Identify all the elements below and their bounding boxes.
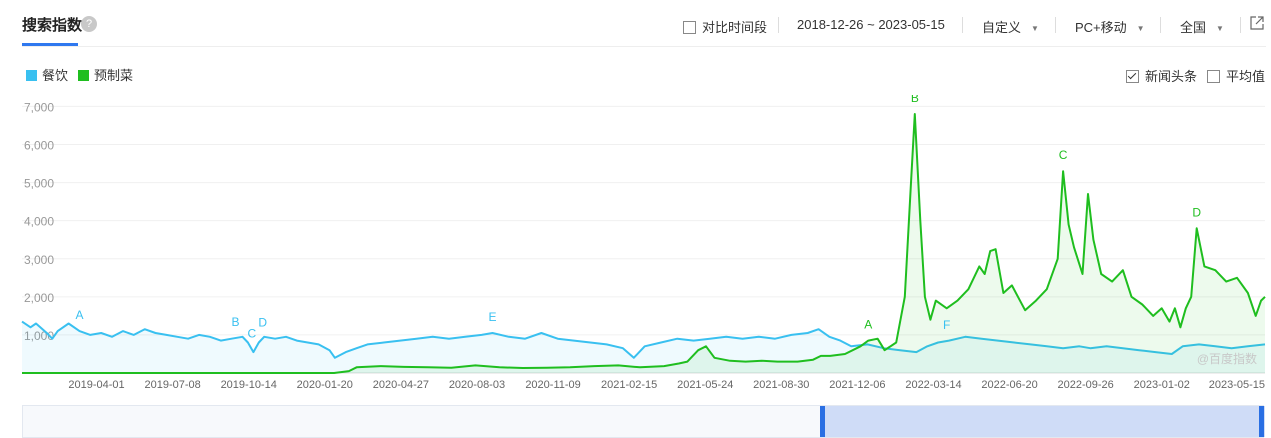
legend-swatch <box>26 70 37 81</box>
header-separator <box>1055 17 1056 33</box>
x-tick-label: 2023-05-15 <box>1209 379 1265 391</box>
header-separator <box>778 17 779 33</box>
series-area-2 <box>22 114 1265 373</box>
x-tick-label: 2020-08-03 <box>449 379 505 391</box>
news-marker-d[interactable]: D <box>258 315 267 329</box>
header-separator <box>962 17 963 33</box>
legend-label: 预制菜 <box>94 68 134 83</box>
caret-down-icon: ▼ <box>1031 24 1039 33</box>
y-tick-label: 5,000 <box>24 177 54 191</box>
navigator-left-handle[interactable] <box>820 406 825 437</box>
x-tick-label: 2020-01-20 <box>297 379 353 391</box>
news-headline-toggle[interactable]: 新闻头条 <box>1126 66 1197 85</box>
legend-label: 餐饮 <box>42 68 69 83</box>
date-range-picker[interactable]: 2018-12-26 ~ 2023-05-15 <box>797 17 945 32</box>
news-marker-c[interactable]: C <box>247 326 256 340</box>
y-tick-label: 6,000 <box>24 139 54 153</box>
x-tick-label: 2019-04-01 <box>68 379 124 391</box>
custom-range-dropdown[interactable]: 自定义 ▼ <box>982 17 1039 36</box>
compare-period-toggle[interactable]: 对比时间段 <box>683 17 767 36</box>
legend-series-1[interactable]: 餐饮 <box>26 65 68 84</box>
external-link-icon[interactable] <box>1250 16 1264 30</box>
x-tick-label: 2019-10-14 <box>221 379 277 391</box>
region-dropdown[interactable]: 全国 ▼ <box>1180 17 1224 36</box>
news-marker-a[interactable]: A <box>75 308 83 322</box>
x-tick-label: 2022-03-14 <box>905 379 961 391</box>
x-tick-label: 2021-08-30 <box>753 379 809 391</box>
caret-down-icon: ▼ <box>1136 24 1145 33</box>
x-tick-label: 2022-06-20 <box>981 379 1037 391</box>
x-tick-label: 2021-05-24 <box>677 379 733 391</box>
region-label: 全国 <box>1180 20 1207 35</box>
average-toggle[interactable]: 平均值 <box>1207 66 1265 85</box>
header-divider <box>22 46 1266 47</box>
timeline-navigator[interactable] <box>22 405 1265 438</box>
news-label: 新闻头条 <box>1145 69 1198 84</box>
x-tick-label: 2020-04-27 <box>373 379 429 391</box>
y-tick-label: 2,000 <box>24 291 54 305</box>
y-tick-label: 3,000 <box>24 253 54 267</box>
x-tick-label: 2020-11-09 <box>525 379 580 391</box>
y-tick-label: 7,000 <box>24 100 54 114</box>
watermark: @百度指数 <box>1197 351 1257 366</box>
legend-swatch <box>78 70 89 81</box>
news-marker-e[interactable]: E <box>488 310 496 324</box>
navigator-right-handle[interactable] <box>1259 406 1264 437</box>
average-checkbox[interactable] <box>1207 70 1220 83</box>
custom-range-label: 自定义 <box>982 20 1022 35</box>
device-dropdown[interactable]: PC+移动 ▼ <box>1075 17 1145 36</box>
legend-series-2[interactable]: 预制菜 <box>78 65 133 84</box>
device-label: PC+移动 <box>1075 20 1127 35</box>
y-tick-label: 4,000 <box>24 215 54 229</box>
x-tick-label: 2019-07-08 <box>144 379 200 391</box>
x-tick-label: 2021-02-15 <box>601 379 657 391</box>
navigator-selection[interactable] <box>822 406 1265 437</box>
header-separator <box>1240 17 1241 33</box>
news-marker-d[interactable]: D <box>1192 205 1201 219</box>
news-marker-f[interactable]: F <box>943 318 950 332</box>
header-separator <box>1160 17 1161 33</box>
x-tick-label: 2021-12-06 <box>829 379 885 391</box>
compare-checkbox[interactable] <box>683 21 696 34</box>
caret-down-icon: ▼ <box>1216 24 1224 33</box>
compare-label: 对比时间段 <box>702 20 768 35</box>
trend-chart[interactable]: 1,0002,0003,0004,0005,0006,0007,0002019-… <box>0 95 1271 395</box>
news-checkbox[interactable] <box>1126 70 1139 83</box>
average-label: 平均值 <box>1226 69 1266 84</box>
news-marker-b[interactable]: B <box>911 95 919 105</box>
x-tick-label: 2023-01-02 <box>1134 379 1190 391</box>
news-marker-c[interactable]: C <box>1059 148 1068 162</box>
news-marker-b[interactable]: B <box>231 315 239 329</box>
page-title[interactable]: 搜索指数 <box>22 14 82 35</box>
x-tick-label: 2022-09-26 <box>1058 379 1114 391</box>
news-marker-a[interactable]: A <box>864 318 872 332</box>
question-circle-icon[interactable]: ? <box>81 16 97 32</box>
index-header: 搜索指数 ? 对比时间段 2018-12-26 ~ 2023-05-15 自定义… <box>0 0 1271 48</box>
